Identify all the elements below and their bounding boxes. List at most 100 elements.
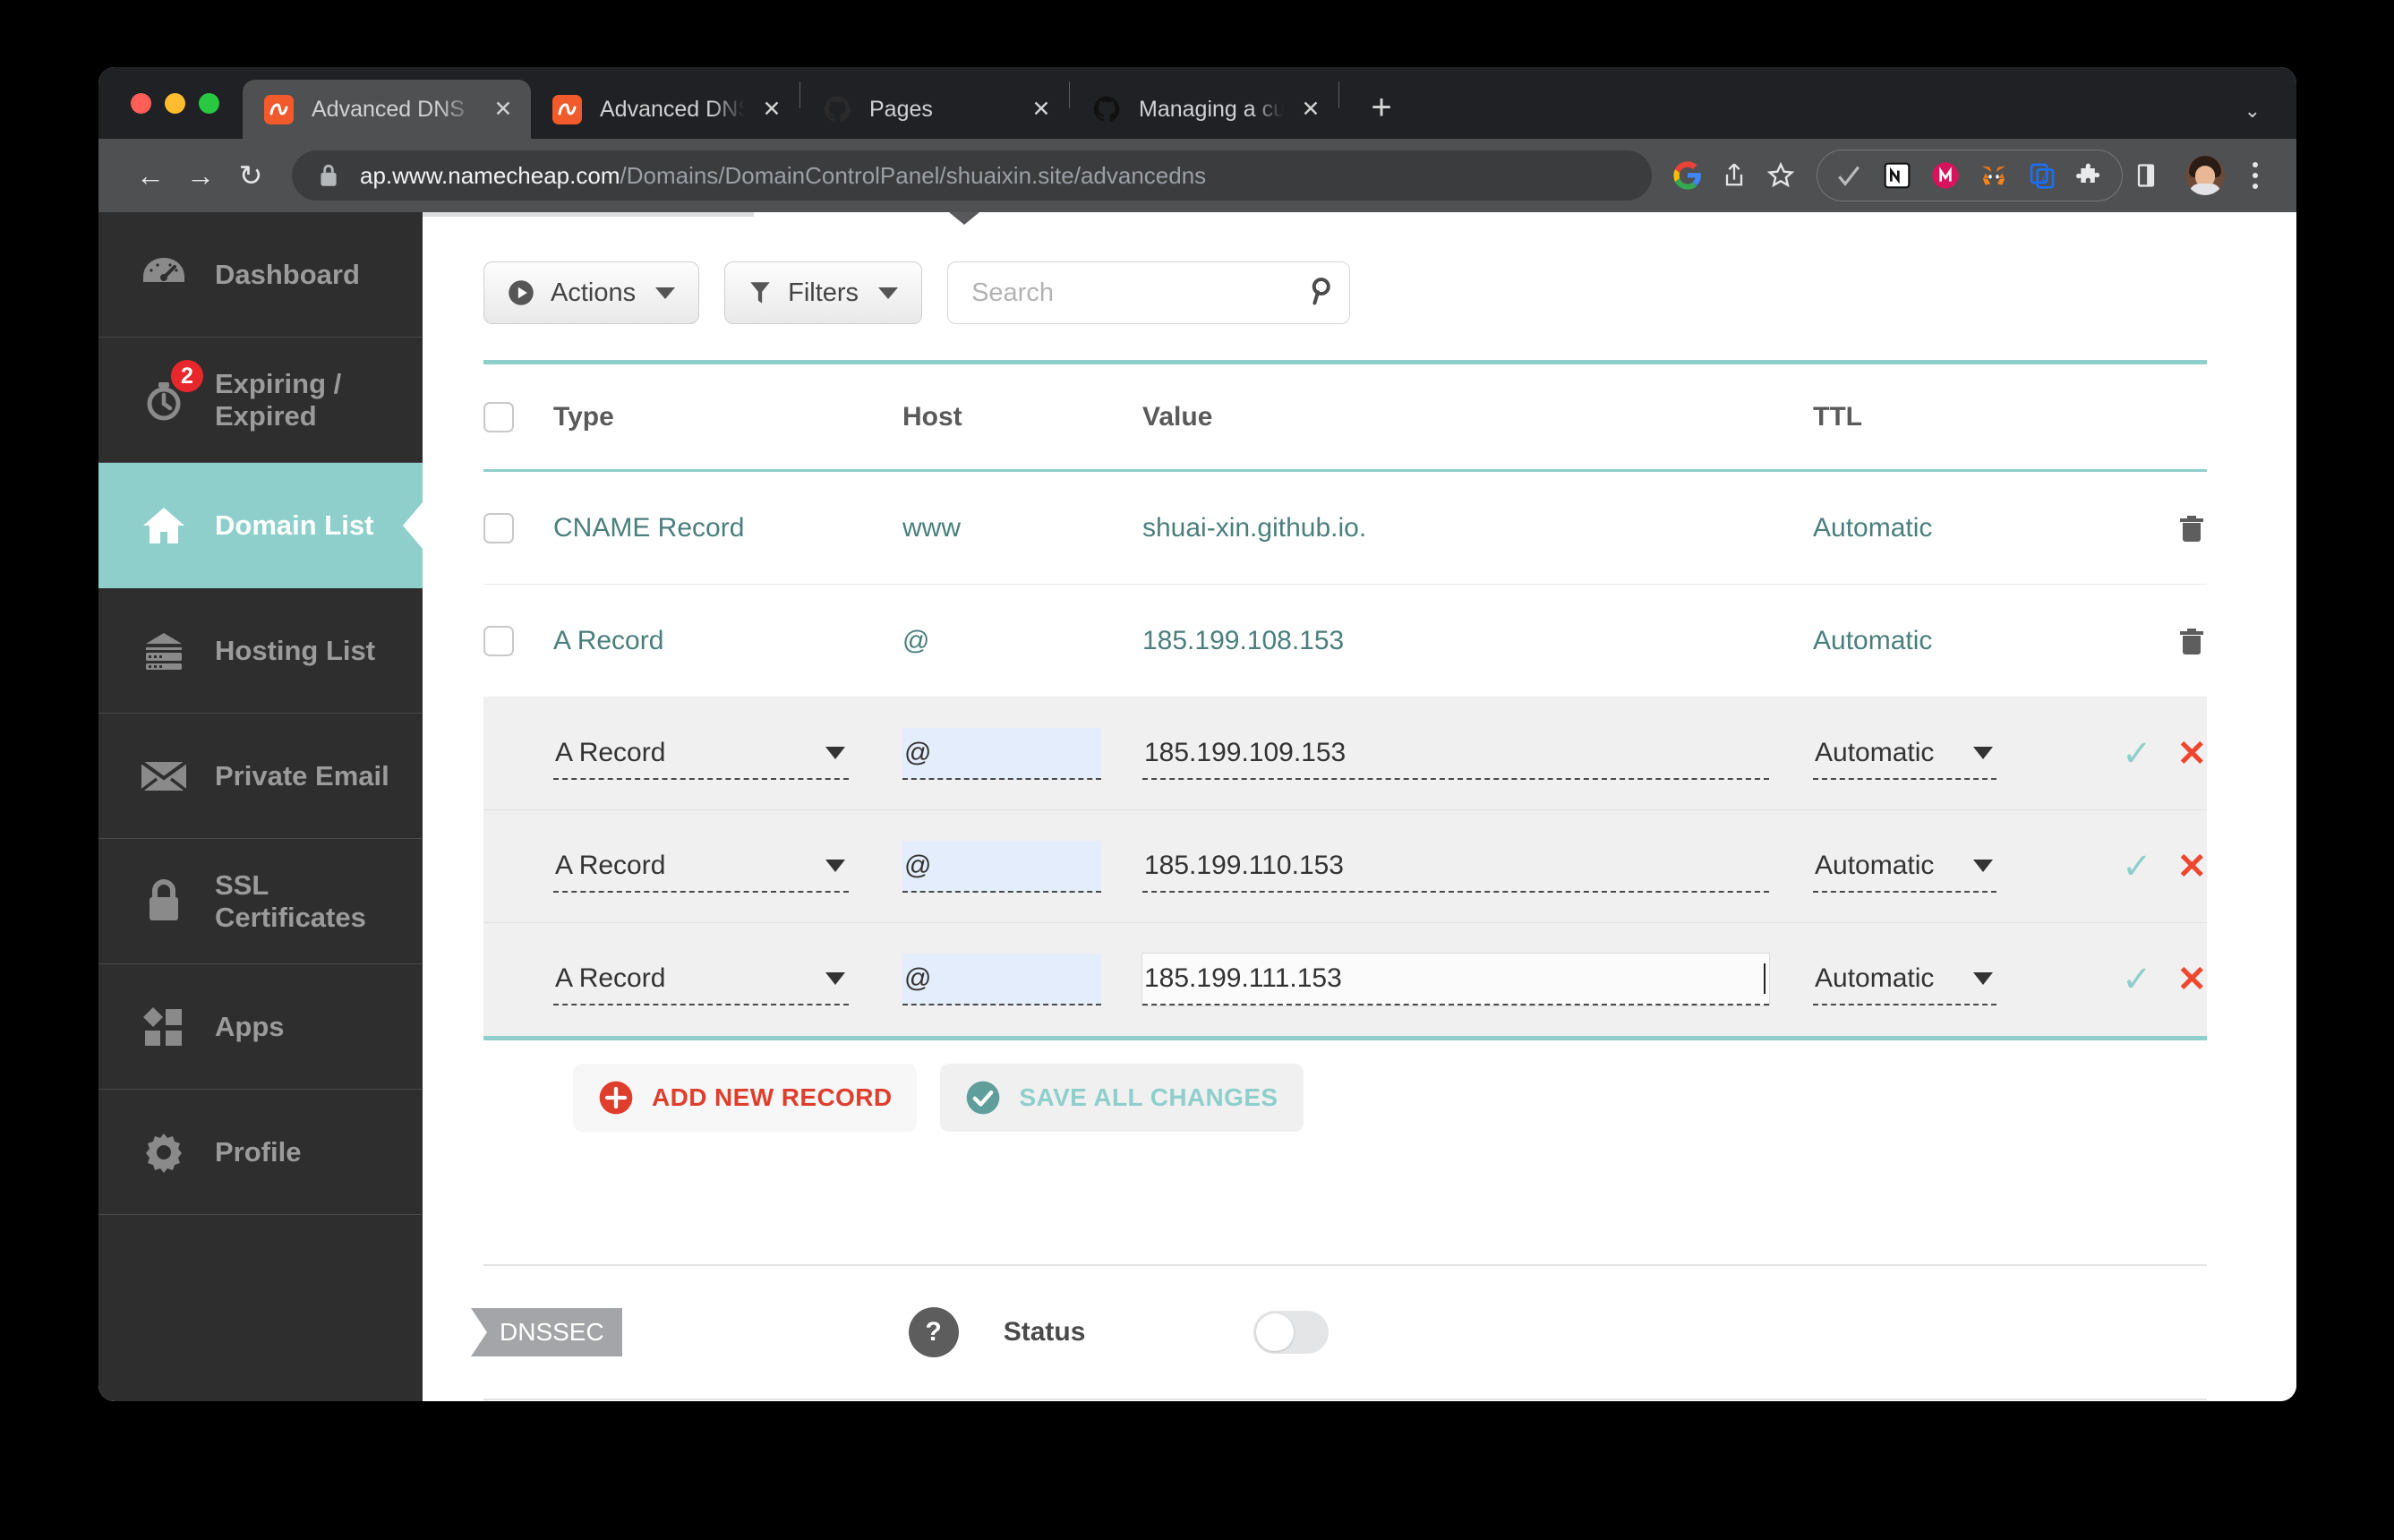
google-icon[interactable] bbox=[1664, 152, 1711, 199]
share-icon[interactable] bbox=[1711, 152, 1757, 199]
search-icon[interactable] bbox=[1309, 277, 1336, 310]
lock-icon bbox=[317, 162, 340, 189]
record-type-select[interactable]: A Record bbox=[553, 728, 849, 780]
minimize-window-button[interactable] bbox=[165, 93, 185, 114]
cancel-record-button[interactable]: ✕ bbox=[2176, 962, 2207, 997]
row-checkbox[interactable] bbox=[483, 625, 514, 656]
reload-button[interactable]: ↻ bbox=[226, 150, 276, 201]
help-icon[interactable]: ? bbox=[908, 1307, 959, 1357]
record-type-select[interactable]: A Record bbox=[553, 954, 849, 1005]
record-value[interactable]: shuai-xin.github.io. bbox=[1142, 513, 1813, 543]
sidebar-item-expiring-expired[interactable]: 2 Expiring / Expired bbox=[98, 338, 423, 463]
save-all-changes-label: SAVE ALL CHANGES bbox=[1019, 1083, 1278, 1111]
filters-dropdown-button[interactable]: Filters bbox=[724, 261, 923, 324]
avatar-body bbox=[2189, 184, 2221, 195]
actions-dropdown-button[interactable]: Actions bbox=[483, 261, 700, 324]
confirm-record-button[interactable]: ✓ bbox=[2122, 736, 2152, 772]
sidebar-item-ssl-certificates[interactable]: SSL Certificates bbox=[98, 839, 423, 964]
4everland-extension-icon[interactable]: 4 bbox=[2018, 151, 2066, 200]
record-value-field-focused[interactable] bbox=[1141, 953, 1770, 1006]
url-host: ap.www.namecheap.com bbox=[360, 161, 620, 189]
sidebar-item-hosting-list[interactable]: Hosting List bbox=[98, 588, 423, 714]
save-all-changes-button[interactable]: SAVE ALL CHANGES bbox=[940, 1064, 1304, 1132]
record-value-input[interactable] bbox=[1144, 850, 1766, 881]
three-dot-menu-icon[interactable] bbox=[2237, 151, 2273, 200]
back-button[interactable]: ← bbox=[125, 150, 175, 201]
chevron-down-icon bbox=[1973, 972, 1993, 985]
record-ttl[interactable]: Automatic bbox=[1813, 513, 2082, 543]
confirm-record-button[interactable]: ✓ bbox=[2122, 849, 2152, 885]
record-type-select[interactable]: A Record bbox=[553, 841, 849, 893]
cancel-record-button[interactable]: ✕ bbox=[2176, 849, 2207, 885]
checkmark-extension-icon[interactable] bbox=[1825, 151, 1873, 200]
sidebar-item-profile[interactable]: Profile bbox=[98, 1090, 423, 1215]
dnssec-status-toggle[interactable] bbox=[1253, 1311, 1330, 1354]
cancel-record-button[interactable]: ✕ bbox=[2176, 736, 2207, 772]
record-ttl-select[interactable]: Automatic bbox=[1813, 954, 1996, 1005]
github-icon bbox=[1091, 95, 1121, 124]
close-tab-button[interactable]: ✕ bbox=[757, 94, 787, 124]
close-tab-button[interactable]: ✕ bbox=[1026, 94, 1056, 124]
record-host-field[interactable] bbox=[902, 727, 1101, 780]
record-host-input[interactable] bbox=[904, 963, 1098, 994]
record-host-field[interactable] bbox=[902, 954, 1101, 1005]
row-checkbox[interactable] bbox=[483, 512, 514, 543]
browser-tab-advanced-dns-2[interactable]: Advanced DNS ✕ bbox=[531, 80, 799, 139]
record-value-field[interactable] bbox=[1142, 841, 1769, 893]
record-value[interactable]: 185.199.108.153 bbox=[1142, 626, 1813, 656]
row-actions bbox=[2082, 624, 2207, 658]
table-row: A Record @ 185.199.108.153 Automatic bbox=[483, 585, 2207, 697]
apps-grid-icon bbox=[136, 1005, 192, 1048]
record-ttl-select[interactable]: Automatic bbox=[1813, 841, 1996, 893]
avatar[interactable] bbox=[2185, 156, 2225, 195]
record-host[interactable]: www bbox=[902, 513, 1142, 543]
add-new-record-button[interactable]: ADD NEW RECORD bbox=[573, 1064, 918, 1132]
browser-tab-advanced-dns-1[interactable]: Advanced DNS ✕ bbox=[243, 80, 531, 139]
close-window-button[interactable] bbox=[131, 93, 151, 114]
record-type[interactable]: CNAME Record bbox=[553, 513, 902, 543]
search-input[interactable] bbox=[971, 278, 1310, 308]
confirm-record-button[interactable]: ✓ bbox=[2122, 962, 2152, 997]
record-host-input[interactable] bbox=[904, 850, 1098, 881]
address-bar[interactable]: ap.www.namecheap.com/Domains/DomainContr… bbox=[292, 150, 1652, 201]
record-ttl[interactable]: Automatic bbox=[1813, 626, 2082, 656]
forward-button[interactable]: → bbox=[175, 150, 226, 201]
record-host-cell bbox=[902, 840, 1142, 893]
sidebar-item-dashboard[interactable]: Dashboard bbox=[98, 212, 423, 338]
record-value-field[interactable] bbox=[1142, 728, 1769, 780]
record-ttl-select[interactable]: Automatic bbox=[1813, 728, 1996, 780]
speedometer-icon bbox=[136, 254, 192, 295]
bookmark-star-icon[interactable] bbox=[1757, 152, 1804, 199]
close-tab-button[interactable]: ✕ bbox=[1295, 94, 1326, 124]
browser-tab-pages[interactable]: Pages ✕ bbox=[800, 80, 1069, 139]
search-box[interactable] bbox=[947, 261, 1351, 324]
metamask-extension-icon[interactable] bbox=[1970, 151, 2018, 200]
maximize-window-button[interactable] bbox=[199, 93, 219, 114]
record-type[interactable]: A Record bbox=[553, 626, 902, 656]
record-value-cell bbox=[1142, 841, 1813, 893]
new-tab-button[interactable]: + bbox=[1357, 83, 1406, 132]
record-host[interactable]: @ bbox=[902, 626, 1142, 656]
delete-record-button[interactable] bbox=[2176, 624, 2207, 658]
record-value-input[interactable] bbox=[1144, 737, 1766, 768]
side-panel-icon[interactable] bbox=[2123, 152, 2169, 199]
chevron-down-icon bbox=[825, 972, 845, 985]
sidebar-item-domain-list[interactable]: Domain List bbox=[98, 463, 423, 588]
record-host-field[interactable] bbox=[902, 840, 1101, 893]
chevron-down-icon[interactable]: ⌄ bbox=[2244, 99, 2261, 123]
record-host-input[interactable] bbox=[904, 737, 1098, 768]
notion-extension-icon[interactable] bbox=[1873, 151, 1921, 200]
filters-label: Filters bbox=[788, 278, 859, 307]
house-icon bbox=[136, 505, 192, 546]
browser-tab-managing-custom-domain[interactable]: Managing a custom domain for ✕ bbox=[1070, 80, 1338, 139]
monica-extension-icon[interactable] bbox=[1921, 151, 1970, 200]
select-all-checkbox[interactable] bbox=[483, 401, 514, 432]
sidebar-item-private-email[interactable]: Private Email bbox=[98, 714, 423, 839]
close-tab-button[interactable]: ✕ bbox=[488, 94, 518, 124]
delete-record-button[interactable] bbox=[2176, 511, 2207, 545]
tab-title: Advanced DNS bbox=[312, 96, 465, 122]
namecheap-icon bbox=[264, 94, 294, 124]
puzzle-extensions-icon[interactable] bbox=[2066, 151, 2115, 200]
sidebar-item-apps[interactable]: Apps bbox=[98, 964, 423, 1090]
record-value-input[interactable] bbox=[1144, 963, 1766, 994]
